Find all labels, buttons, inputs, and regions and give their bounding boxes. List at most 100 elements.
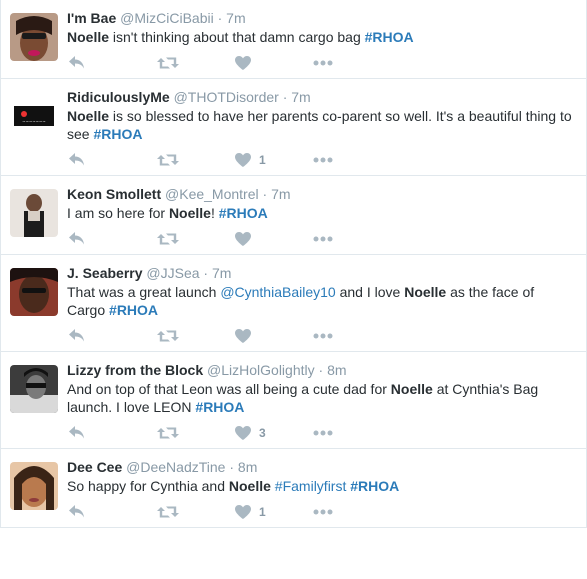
heart-icon (235, 505, 251, 519)
hashtag-link[interactable]: #RHOA (109, 302, 158, 318)
retweet-button[interactable] (157, 56, 235, 70)
like-button[interactable] (235, 329, 313, 343)
username[interactable]: @LizHolGolightly (207, 362, 315, 378)
like-button[interactable] (235, 232, 313, 246)
tweet-text-segment: That was a great launch (67, 284, 221, 300)
retweet-button[interactable] (157, 329, 235, 343)
tweet[interactable]: Dee Cee @DeeNadzTine · 8m So happy for C… (1, 449, 586, 528)
reply-icon (69, 56, 85, 70)
timestamp[interactable]: 8m (327, 362, 346, 378)
hashtag-link[interactable]: #RHOA (195, 399, 244, 415)
reply-button[interactable] (67, 505, 157, 519)
avatar[interactable] (10, 268, 58, 316)
tweet[interactable]: J. Seaberry @JJSea · 7m That was a great… (1, 255, 586, 352)
tweet-header: Keon Smollett @Kee_Montrel · 7m (67, 185, 576, 203)
display-name[interactable]: Dee Cee (67, 459, 122, 475)
retweet-icon (157, 329, 179, 343)
heart-icon (235, 329, 251, 343)
reply-icon (69, 153, 85, 167)
tweet-actions (67, 224, 576, 254)
tweet-text: Noelle is so blessed to have her parents… (67, 107, 576, 143)
timestamp[interactable]: 7m (291, 89, 310, 105)
tweet-text-segment: And on top of that Leon was all being a … (67, 381, 391, 397)
more-button[interactable] (313, 333, 353, 339)
display-name[interactable]: J. Seaberry (67, 265, 143, 281)
reply-button[interactable] (67, 56, 157, 70)
like-button[interactable]: 1 (235, 153, 313, 167)
timestamp[interactable]: 7m (271, 186, 290, 202)
retweet-button[interactable] (157, 426, 235, 440)
username[interactable]: @THOTDisorder (174, 89, 279, 105)
reply-icon (69, 329, 85, 343)
more-icon (313, 430, 333, 436)
tweet-header: J. Seaberry @JJSea · 7m (67, 264, 576, 282)
hashtag-link[interactable]: #RHOA (350, 478, 399, 494)
retweet-button[interactable] (157, 232, 235, 246)
reply-button[interactable] (67, 153, 157, 167)
username[interactable]: @Kee_Montrel (165, 186, 259, 202)
tweet-header: I'm Bae @MizCiCiBabii · 7m (67, 9, 576, 27)
more-button[interactable] (313, 430, 353, 436)
reply-button[interactable] (67, 426, 157, 440)
tweet[interactable]: Lizzy from the Block @LizHolGolightly · … (1, 352, 586, 449)
avatar[interactable]: ~~~~~~~ (10, 92, 58, 140)
retweet-icon (157, 56, 179, 70)
hashtag-link[interactable]: #RHOA (219, 205, 268, 221)
tweet-text-segment: isn't thinking about that damn cargo bag (109, 29, 365, 45)
tweet-actions (67, 48, 576, 78)
tweet[interactable]: I'm Bae @MizCiCiBabii · 7m Noelle isn't … (1, 0, 586, 79)
timestamp[interactable]: 7m (212, 265, 231, 281)
display-name[interactable]: I'm Bae (67, 10, 116, 26)
more-button[interactable] (313, 236, 353, 242)
avatar[interactable] (10, 13, 58, 61)
retweet-icon (157, 505, 179, 519)
avatar[interactable] (10, 189, 58, 237)
display-name[interactable]: RidiculouslyMe (67, 89, 170, 105)
svg-text:~~~~~~~: ~~~~~~~ (22, 119, 45, 124)
separator-dot: · (282, 89, 288, 105)
tweet[interactable]: ~~~~~~~ RidiculouslyMe @THOTDisorder · 7… (1, 79, 586, 176)
tweet-text: And on top of that Leon was all being a … (67, 380, 576, 416)
timestamp[interactable]: 8m (238, 459, 257, 475)
more-button[interactable] (313, 157, 353, 163)
avatar[interactable] (10, 365, 58, 413)
username[interactable]: @MizCiCiBabii (120, 10, 214, 26)
timestamp[interactable]: 7m (226, 10, 245, 26)
tweet-header: RidiculouslyMe @THOTDisorder · 7m (67, 88, 576, 106)
tweet[interactable]: Keon Smollett @Kee_Montrel · 7m I am so … (1, 176, 586, 255)
tweet-text: So happy for Cynthia and Noelle #Familyf… (67, 477, 576, 495)
username[interactable]: @DeeNadzTine (126, 459, 225, 475)
like-button[interactable]: 1 (235, 505, 313, 519)
like-button[interactable] (235, 56, 313, 70)
heart-icon (235, 56, 251, 70)
display-name[interactable]: Lizzy from the Block (67, 362, 203, 378)
tweet-header: Lizzy from the Block @LizHolGolightly · … (67, 361, 576, 379)
tweet-actions (67, 321, 576, 351)
reply-button[interactable] (67, 232, 157, 246)
hashtag-link[interactable]: #RHOA (93, 126, 142, 142)
tweet-actions: 1 (67, 497, 576, 527)
more-button[interactable] (313, 509, 353, 515)
tweet-text: That was a great launch @CynthiaBailey10… (67, 283, 576, 319)
retweet-button[interactable] (157, 505, 235, 519)
inline-link[interactable]: @CynthiaBailey10 (220, 284, 335, 300)
retweet-button[interactable] (157, 153, 235, 167)
more-icon (313, 157, 333, 163)
reply-icon (69, 505, 85, 519)
tweet-text-segment: is so blessed to have her parents co-par… (67, 108, 572, 142)
like-button[interactable]: 3 (235, 426, 313, 440)
like-count: 3 (259, 426, 266, 440)
more-icon (313, 60, 333, 66)
username[interactable]: @JJSea (146, 265, 199, 281)
tweet-text-segment: So happy for Cynthia and (67, 478, 229, 494)
tweet-text-segment: and I love (335, 284, 405, 300)
avatar[interactable] (10, 462, 58, 510)
like-count: 1 (259, 505, 266, 519)
inline-link[interactable]: #Familyfirst (275, 478, 347, 494)
hashtag-link[interactable]: #RHOA (365, 29, 414, 45)
more-button[interactable] (313, 60, 353, 66)
reply-button[interactable] (67, 329, 157, 343)
tweet-header: Dee Cee @DeeNadzTine · 8m (67, 458, 576, 476)
display-name[interactable]: Keon Smollett (67, 186, 161, 202)
tweet-text-segment: I am so here for (67, 205, 169, 221)
